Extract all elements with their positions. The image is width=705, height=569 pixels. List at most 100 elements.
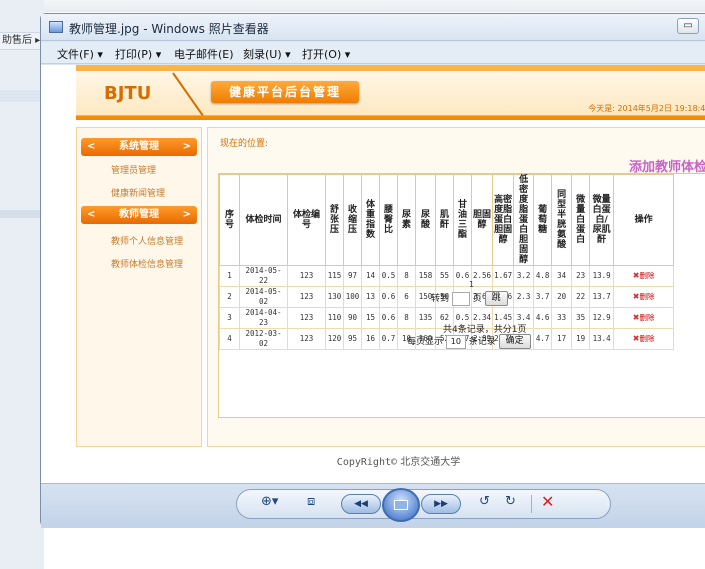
site-footer: CopyRight© 北京交通大学	[76, 453, 705, 468]
photo-viewer-window: 教师管理.jpg - Windows 照片查看器 ▭ 文件(F) ▾ 打印(P)…	[40, 13, 705, 528]
table-cell: 1.67	[492, 265, 515, 287]
title-bar[interactable]: 教师管理.jpg - Windows 照片查看器 ▭	[41, 14, 705, 41]
table-cell: 158	[415, 265, 436, 287]
table-cell: 55	[435, 265, 454, 287]
page-number[interactable]: 1	[469, 280, 474, 289]
table-cell: 130	[325, 286, 344, 308]
table-cell: 123	[287, 265, 326, 287]
rotate-ccw-icon[interactable]: ↺	[479, 494, 490, 509]
delete-label: 删除	[639, 334, 655, 343]
table-cell: 13.9	[589, 265, 615, 287]
photo-viewer-icon	[49, 21, 63, 33]
table-cell: 110	[325, 307, 344, 329]
table-cell: 17	[551, 328, 573, 350]
table-cell: 4.8	[533, 265, 553, 287]
table-cell: 0.5	[379, 265, 398, 287]
slideshow-button[interactable]	[382, 488, 420, 522]
column-header: 微量白蛋白/尿肌酐	[589, 174, 615, 266]
breadcrumb: 现在的位置:	[220, 139, 269, 149]
displayed-image: BJTU 健康平台后台管理 今天是: 2014年5月2日 19:18:46 星 …	[76, 65, 705, 483]
column-header: 序号	[219, 174, 240, 266]
site-logo: BJTU	[104, 83, 152, 104]
column-header: 同型半胱氨酸	[551, 174, 573, 266]
nav-group-teacher[interactable]: < 教师管理 >	[81, 206, 197, 224]
nav-link-teacher-checkup[interactable]: 教师体检信息管理	[111, 257, 183, 270]
delete-link[interactable]: ✖删除	[613, 265, 675, 287]
next-icon[interactable]: ▶▶	[421, 494, 461, 514]
table-cell: 123	[287, 307, 326, 329]
delete-label: 删除	[639, 271, 655, 280]
minimize-button[interactable]: ▭	[677, 18, 699, 34]
column-header: 尿素	[397, 174, 416, 266]
column-header: 葡萄糖	[533, 174, 553, 266]
actual-size-icon[interactable]: ⧈	[307, 494, 315, 509]
logo-divider	[172, 72, 204, 117]
table-cell: 13.7	[589, 286, 615, 308]
table-cell: 95	[343, 328, 362, 350]
per-page-row: 每页显示 10 条记录 确定	[407, 334, 531, 349]
desktop-top-strip	[0, 0, 705, 12]
toolbar-separator	[531, 495, 532, 513]
site-header: BJTU 健康平台后台管理 今天是: 2014年5月2日 19:18:46 星	[76, 65, 705, 120]
table-cell: 2012-03-02	[239, 328, 288, 350]
column-header: 微量白蛋白	[571, 174, 591, 266]
menu-print[interactable]: 打印(P) ▾	[115, 46, 161, 62]
background-window-left: 助售后 ▸	[0, 0, 44, 569]
jump-button[interactable]: 跳	[484, 291, 508, 306]
delete-icon[interactable]: ✕	[541, 492, 554, 511]
menu-open[interactable]: 打开(O) ▾	[302, 46, 350, 62]
confirm-button[interactable]: 确定	[498, 334, 531, 349]
left-navigation: < 系统管理 > 管理员管理 健康新闻管理 < 教师管理 > 教师个人信息管理 …	[76, 127, 202, 447]
window-title: 教师管理.jpg - Windows 照片查看器	[69, 22, 269, 36]
nav-link-teacher-info[interactable]: 教师个人信息管理	[111, 234, 183, 247]
menu-bar: 文件(F) ▾ 打印(P) ▾ 电子邮件(E) 刻录(U) ▾ 打开(O) ▾	[41, 42, 705, 64]
delete-label: 删除	[639, 313, 655, 322]
table-cell: 2.3	[513, 286, 535, 308]
chevron-right-icon: >	[182, 209, 191, 220]
background-menu-label[interactable]: 助售后 ▸	[0, 32, 44, 50]
column-header: 操作	[613, 174, 675, 266]
table-cell: 2014-04-23	[239, 307, 288, 329]
table-cell: 8	[397, 265, 416, 287]
menu-burn[interactable]: 刻录(U) ▾	[243, 46, 291, 62]
table-row: 1 2014-05-22 123 115 97 14 0.5 8 158 55 0.6 2.56 1.6…	[219, 265, 675, 287]
table-cell: 3.2	[513, 265, 535, 287]
nav-link-news[interactable]: 健康新闻管理	[111, 186, 165, 199]
zoom-icon[interactable]: ⊕▾	[261, 494, 278, 509]
delete-label: 删除	[639, 292, 655, 301]
delete-link[interactable]: ✖删除	[613, 307, 675, 329]
rotate-cw-icon[interactable]: ↻	[505, 494, 516, 509]
table-cell: 3	[219, 307, 240, 329]
background-strip	[0, 210, 44, 218]
column-header: 体检编号	[287, 174, 326, 266]
table-header-row: 序号 体检时间 体检编号 舒张压 收缩压 体重指数 腰臀比 尿素 尿酸 肌酐 甘油三酯 胆固醇 高密度脂…	[219, 174, 675, 266]
delete-link[interactable]: ✖删除	[613, 328, 675, 350]
table-cell: 19	[571, 328, 591, 350]
menu-email[interactable]: 电子邮件(E)	[174, 46, 234, 62]
table-cell: 16	[361, 328, 380, 350]
main-panel: 现在的位置: 添加教师体检信 序号体检时间体检编号舒张压收缩压体重指数腰臀比尿素…	[207, 127, 705, 447]
delete-link[interactable]: ✖删除	[613, 286, 675, 308]
table-cell: 115	[325, 265, 344, 287]
menu-file[interactable]: 文件(F) ▾	[57, 46, 103, 62]
table-cell: 4.7	[533, 328, 553, 350]
table-cell: 4.6	[533, 307, 553, 329]
previous-icon[interactable]: ◀◀	[341, 494, 381, 514]
per-page-input[interactable]: 10	[445, 334, 466, 349]
checkup-table-container: 序号 体检时间 体检编号 舒张压 收缩压 体重指数 腰臀比 尿素 尿酸 肌酐 甘油三酯 胆固醇 高密度脂…	[218, 173, 705, 418]
table-cell: 100	[343, 286, 362, 308]
nav-group-system[interactable]: < 系统管理 >	[81, 138, 197, 156]
column-header: 高密度脂蛋白胆固醇	[492, 174, 515, 266]
image-viewport[interactable]: BJTU 健康平台后台管理 今天是: 2014年5月2日 19:18:46 星 …	[41, 65, 705, 483]
slideshow-icon	[394, 500, 408, 510]
column-header: 体重指数	[361, 174, 380, 266]
table-cell: 4	[219, 328, 240, 350]
table-cell: 123	[287, 328, 326, 350]
goto-page-input[interactable]	[451, 291, 470, 306]
chevron-left-icon: <	[87, 209, 96, 220]
table-cell: 6	[397, 286, 416, 308]
column-header: 低密度脂蛋白胆固醇	[513, 174, 535, 266]
table-cell: 20	[551, 286, 573, 308]
nav-link-admin[interactable]: 管理员管理	[111, 163, 156, 176]
table-cell: 23	[571, 265, 591, 287]
